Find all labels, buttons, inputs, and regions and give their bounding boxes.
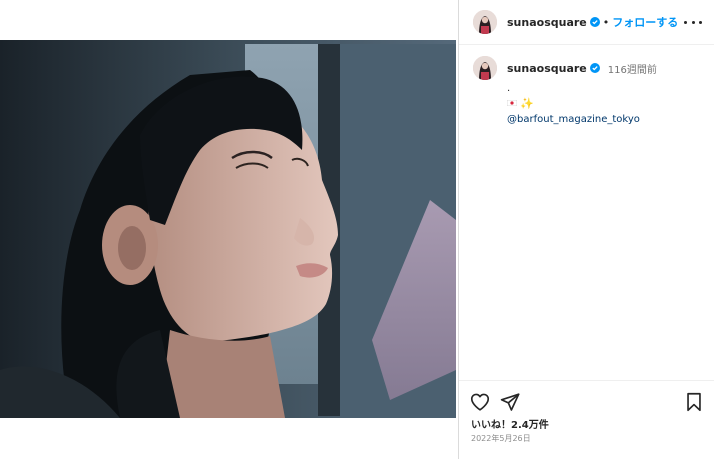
bookmark-icon[interactable] bbox=[683, 391, 705, 413]
verified-badge-icon bbox=[589, 63, 600, 73]
more-options-button[interactable] bbox=[684, 14, 702, 30]
caption-line-2: ✨ bbox=[507, 96, 703, 112]
japan-flag-emoji bbox=[507, 100, 517, 106]
caption-line-3: @barfout_magazine_tokyo bbox=[507, 112, 703, 127]
verified-badge-icon bbox=[589, 17, 600, 27]
mention-link[interactable]: @barfout_magazine_tokyo bbox=[507, 114, 640, 125]
post-photo[interactable] bbox=[0, 40, 456, 418]
avatar-image bbox=[473, 56, 497, 80]
action-bar bbox=[459, 388, 714, 416]
caption-block: sunaosquare 116週間前 . ✨ @barfout_magazine… bbox=[473, 56, 703, 127]
header-separator: • bbox=[602, 15, 610, 29]
post-header: sunaosquare • フォローする bbox=[459, 0, 714, 45]
portrait-image bbox=[0, 40, 456, 418]
caption-username[interactable]: sunaosquare bbox=[507, 62, 587, 75]
post-time-ago[interactable]: 116週間前 bbox=[608, 61, 657, 76]
caption-text: . ✨ @barfout_magazine_tokyo bbox=[507, 81, 703, 127]
caption-header: sunaosquare 116週間前 bbox=[473, 56, 703, 80]
caption-line-1: . bbox=[507, 83, 511, 94]
post-details-pane: sunaosquare • フォローする sunaosquare 116週間前 … bbox=[459, 0, 714, 459]
actions-divider bbox=[459, 380, 714, 381]
follow-button[interactable]: フォローする bbox=[612, 14, 678, 30]
more-horizontal-icon bbox=[684, 20, 687, 24]
likes-count[interactable]: いいね！2.4万件 bbox=[471, 416, 549, 431]
caption-avatar[interactable] bbox=[473, 56, 497, 80]
sparkles-emoji: ✨ bbox=[520, 97, 534, 110]
heart-icon[interactable] bbox=[469, 391, 491, 413]
header-username[interactable]: sunaosquare bbox=[507, 16, 587, 29]
avatar[interactable] bbox=[473, 10, 497, 34]
avatar-image bbox=[473, 10, 497, 34]
post-media-pane bbox=[0, 0, 458, 459]
post-date[interactable]: 2022年5月26日 bbox=[471, 433, 531, 444]
paper-plane-icon[interactable] bbox=[499, 391, 521, 413]
